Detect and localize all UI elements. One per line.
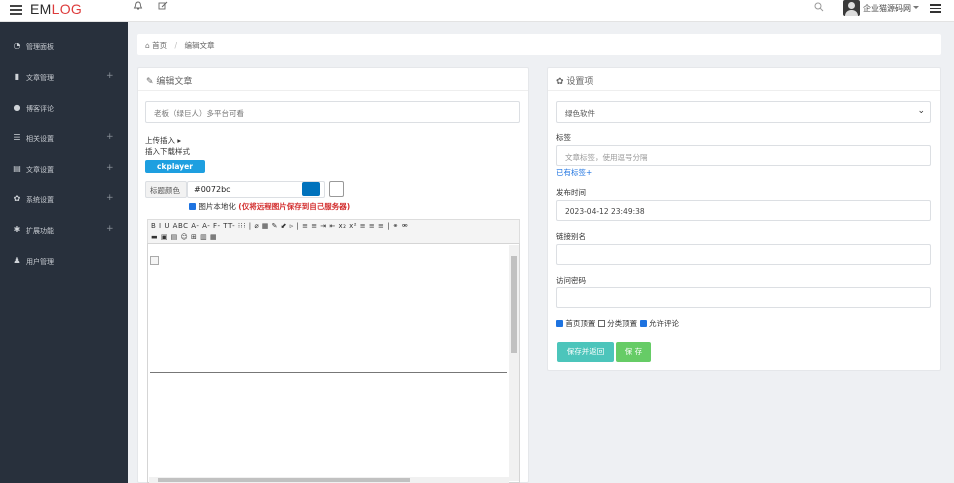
gear-icon: ✿: [556, 77, 564, 87]
list-icon: ▤: [13, 164, 21, 173]
settings-header: ✿ 设置项: [548, 68, 940, 91]
tags-input[interactable]: 文章标签，使用逗号分隔: [556, 145, 931, 166]
expand-icon: +: [106, 71, 114, 81]
home-top-checkbox[interactable]: [556, 320, 563, 327]
sidebar-item-related-settings[interactable]: ☰ 相关设置 +: [0, 124, 128, 154]
tags-label: 标签: [556, 133, 571, 142]
existing-tags-link[interactable]: 已有标签+: [556, 167, 592, 178]
edit-icon[interactable]: [158, 1, 168, 11]
editor-toolbar: B I U ABC A- A- F- TT- ⁝⁝⁝ | ⌀ ▦ ✎ ⬋ ▹ |…: [147, 219, 520, 243]
slug-input[interactable]: [556, 244, 931, 265]
sidebar-item-users[interactable]: ♟ 用户管理: [0, 247, 128, 277]
insert-download-style-label: 插入下载样式: [145, 147, 190, 156]
gear-icon: ✿: [13, 194, 21, 203]
sidebar-item-extensions[interactable]: ✱ 扩展功能 +: [0, 216, 128, 246]
user-name[interactable]: 企业猫源码网: [863, 3, 911, 14]
sliders-icon: ☰: [13, 133, 21, 142]
post-options: 首页顶置 分类顶置 允许评论: [556, 318, 679, 329]
toolbar-row-2[interactable]: ▬ ▣ ▤ ☺ ⊞ ▥ ▦: [151, 232, 516, 243]
comment-icon: ●: [13, 103, 21, 112]
chevron-down-icon[interactable]: [913, 6, 919, 9]
image-localize-row: 图片本地化 (仅将远程图片保存到自己服务器): [189, 201, 350, 212]
editor-content-area[interactable]: [147, 243, 520, 483]
scrollbar-thumb[interactable]: [511, 256, 517, 353]
publish-time-input[interactable]: 2023-04-12 23:49:38: [556, 200, 931, 221]
title-color-swatch[interactable]: [302, 182, 320, 196]
toolbar-row-1[interactable]: B I U ABC A- A- F- TT- ⁝⁝⁝ | ⌀ ▦ ✎ ⬋ ▹ |…: [151, 221, 516, 232]
puzzle-icon: ✱: [13, 225, 21, 234]
avatar[interactable]: [843, 0, 860, 16]
home-icon: ⌂: [145, 41, 150, 50]
expand-icon: +: [106, 193, 114, 203]
users-icon: ♟: [13, 256, 21, 265]
breadcrumb-current: 编辑文章: [184, 41, 215, 50]
category-select[interactable]: 绿色软件 ⌄: [556, 101, 931, 123]
password-input[interactable]: [556, 287, 931, 308]
title-color-picker[interactable]: [329, 181, 344, 197]
save-button[interactable]: 保 存: [616, 342, 651, 362]
expand-icon: +: [106, 163, 114, 173]
expand-icon: +: [106, 224, 114, 234]
hamburger-menu-icon[interactable]: [10, 5, 22, 15]
password-label: 访问密码: [556, 276, 586, 285]
chevron-down-icon: ⌄: [917, 106, 925, 116]
sidebar-item-comments[interactable]: ● 博客评论: [0, 94, 128, 124]
article-title-input[interactable]: 老板（绿巨人）多平台可看: [145, 101, 520, 123]
sidebar: ◔ 管理面板 ▮ 文章管理 + ● 博客评论 ☰ 相关设置 + ▤ 文章设置 +…: [0, 22, 128, 483]
save-and-return-button[interactable]: 保存并返回: [557, 342, 614, 362]
upload-insert-link[interactable]: 上传插入 ▸: [145, 135, 181, 146]
broken-image-icon: [150, 256, 159, 265]
caret-right-icon: ▸: [177, 136, 182, 145]
sidebar-item-articles[interactable]: ▮ 文章管理 +: [0, 63, 128, 93]
breadcrumb-separator: /: [174, 41, 178, 50]
sidebar-item-dashboard[interactable]: ◔ 管理面板: [0, 32, 128, 62]
image-localize-checkbox[interactable]: [189, 203, 196, 210]
slug-label: 链接别名: [556, 232, 586, 241]
edit-article-header: ✎ 编辑文章: [138, 68, 528, 91]
search-icon[interactable]: [814, 2, 824, 12]
expand-icon: +: [106, 132, 114, 142]
breadcrumb: ⌂ 首页 / 编辑文章: [137, 34, 941, 55]
brand-logo[interactable]: EMLOG: [30, 1, 82, 17]
bookmark-icon: ▮: [14, 72, 20, 81]
menu-icon[interactable]: [930, 4, 941, 15]
dashboard-icon: ◔: [13, 41, 21, 50]
sidebar-item-system-settings[interactable]: ✿ 系统设置 +: [0, 185, 128, 215]
allow-comment-checkbox[interactable]: [639, 320, 647, 327]
breadcrumb-home[interactable]: 首页: [152, 41, 167, 50]
ckplayer-button[interactable]: ckplayer: [145, 160, 205, 173]
title-color-label: 标题颜色: [145, 181, 187, 198]
bell-icon[interactable]: [133, 1, 143, 11]
publish-time-label: 发布时间: [556, 188, 586, 197]
pencil-icon: ✎: [146, 77, 154, 87]
horizontal-scrollbar-thumb[interactable]: [158, 478, 410, 482]
top-navbar: EMLOG 企业猫源码网: [0, 0, 954, 22]
content-divider: [150, 372, 507, 373]
sidebar-item-article-settings[interactable]: ▤ 文章设置 +: [0, 155, 128, 185]
category-top-checkbox[interactable]: [597, 320, 605, 327]
